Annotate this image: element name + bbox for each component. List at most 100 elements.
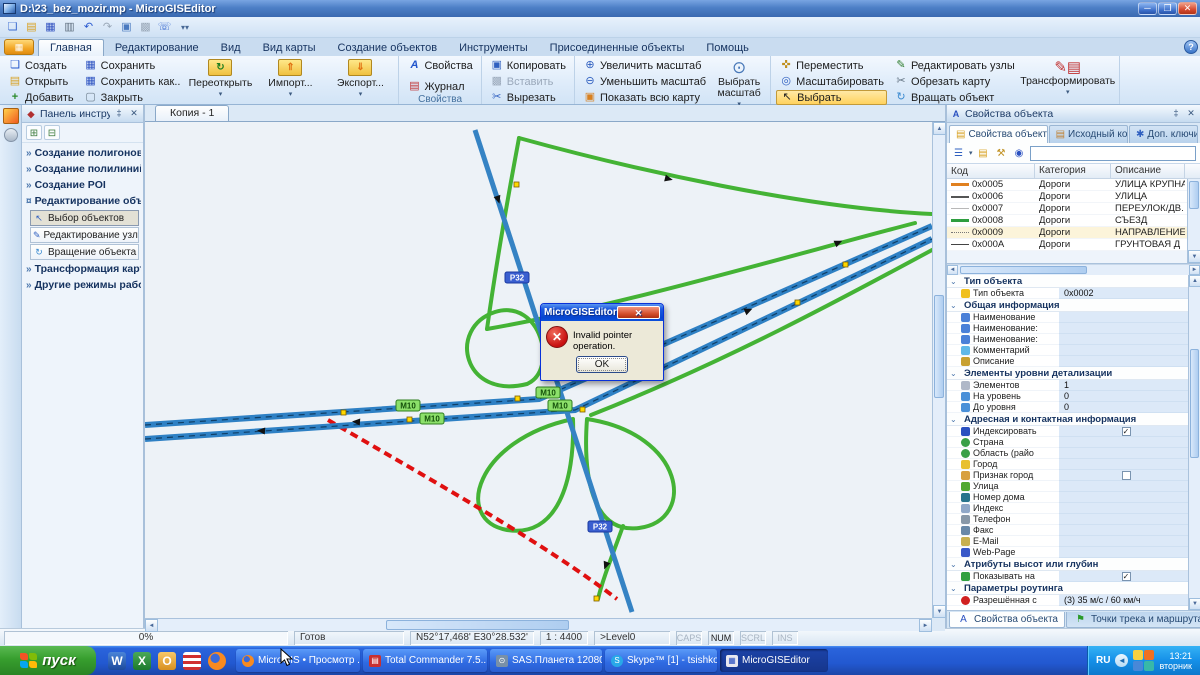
scale-object-button[interactable]: ◎Масштабировать [776, 74, 887, 89]
checkbox-unchecked[interactable] [1122, 471, 1131, 480]
open-icon[interactable]: ▤ [23, 19, 40, 35]
dialog-close-icon[interactable]: ✕ [617, 306, 660, 319]
tab-object-properties[interactable]: ▤Свойства объектов [949, 125, 1048, 143]
properties-close-icon[interactable]: ✕ [1185, 108, 1197, 120]
save-icon[interactable]: ▦ [42, 19, 59, 35]
property-row[interactable]: Область (райо [947, 448, 1188, 459]
paste-icon[interactable]: ▩ [137, 19, 154, 35]
new-icon[interactable]: ❏ [4, 19, 21, 35]
select-button[interactable]: ↖Выбрать [776, 90, 887, 105]
redo-icon[interactable]: ↷ [99, 19, 116, 35]
save-button[interactable]: ▦Сохранить [81, 58, 184, 73]
paste-button[interactable]: ▩Вставить [487, 74, 569, 89]
grid-scroll-down-icon[interactable]: ▼ [1189, 598, 1200, 610]
section-general-info[interactable]: ⌄Общая информация [947, 299, 1188, 312]
property-row[interactable]: Индексировать✓ [947, 426, 1188, 437]
property-row[interactable]: Страна [947, 437, 1188, 448]
scroll-down-icon[interactable]: ▼ [933, 605, 946, 618]
scroll-up-icon[interactable]: ▲ [933, 122, 946, 135]
tab-vid-karty[interactable]: Вид карты [252, 40, 327, 56]
map-vertical-scrollbar[interactable]: ▲ ▼ [932, 122, 945, 618]
checkbox-checked[interactable]: ✓ [1122, 427, 1131, 436]
transform-button[interactable]: ✎▤Трансформировать▾ [1022, 58, 1114, 98]
section-height-attributes[interactable]: ⌄Атрибуты высот или глубин [947, 558, 1188, 571]
property-row[interactable]: Элементов1 [947, 380, 1188, 391]
expand-all-icon[interactable]: ⊞ [26, 125, 42, 140]
property-row[interactable]: Телефон [947, 514, 1188, 525]
viewer-app-icon[interactable] [183, 652, 201, 670]
export-button[interactable]: ⇓Экспорт...▾ [327, 58, 393, 100]
task-skype[interactable]: SSkype™ [1] - tsishko... [605, 649, 717, 672]
task-total-commander[interactable]: ▤Total Commander 7.5... [363, 649, 487, 672]
firefox-icon[interactable] [208, 652, 226, 670]
tab-glavnaya[interactable]: Главная [38, 39, 104, 56]
property-row[interactable]: Номер дома [947, 492, 1188, 503]
group-other-modes[interactable]: »Другие режимы работы [24, 277, 141, 293]
group-create-poi[interactable]: »Создание POI [24, 177, 141, 193]
excel-icon[interactable]: X [133, 652, 151, 670]
tab-instrumenty[interactable]: Инструменты [448, 40, 539, 56]
group-create-polygons[interactable]: »Создание полигонов [24, 145, 141, 161]
tab-redaktirovanie[interactable]: Редактирование [104, 40, 210, 56]
list-view-dropdown-icon[interactable]: ▾ [969, 149, 973, 157]
close-button[interactable]: ✕ [1178, 2, 1197, 15]
property-row[interactable]: Показывать на✓ [947, 571, 1188, 582]
checkbox-checked[interactable]: ✓ [1122, 572, 1131, 581]
language-indicator[interactable]: RU [1096, 655, 1110, 666]
show-all-map-button[interactable]: ▣Показать всю карту [580, 90, 709, 105]
pin-icon[interactable]: ‡ [113, 108, 125, 120]
collapse-all-icon[interactable]: ⊟ [44, 125, 60, 140]
grid-vertical-scrollbar[interactable]: ▲ ▼ [1188, 275, 1200, 610]
tab-source-code[interactable]: ▤Исходный код [1049, 125, 1128, 143]
col-header-description[interactable]: Описание [1111, 164, 1185, 178]
table-row[interactable]: 0x0008 Дороги СЪЕЗД [947, 215, 1200, 227]
select-scale-button[interactable]: ⊙Выбрать масштаб▾ [713, 58, 765, 110]
zoom-out-button[interactable]: ⊖Уменьшить масштаб [580, 74, 709, 89]
undo-icon[interactable]: ↶ [80, 19, 97, 35]
move-button[interactable]: ✜Переместить [776, 58, 887, 73]
dock-tool-icon[interactable] [4, 128, 18, 142]
map-document-tab[interactable]: Копия - 1 [155, 105, 229, 121]
table-row[interactable]: 0x000A Дороги ГРУНТОВАЯ Д [947, 239, 1200, 251]
clock[interactable]: 13:21 вторник [1159, 651, 1192, 671]
group-edit-objects[interactable]: ¤Редактирование объектов [24, 193, 141, 209]
edit-nodes-button[interactable]: ✎Редактировать узлы [891, 58, 1018, 73]
table-row[interactable]: 0x0005 Дороги УЛИЦА КРУПНА [947, 179, 1200, 191]
property-row[interactable]: Тип объекта0x0002 [947, 288, 1188, 299]
property-row[interactable]: E-Mail [947, 536, 1188, 547]
panel-close-icon[interactable]: ✕ [128, 108, 140, 120]
section-object-type[interactable]: ⌄Тип объекта [947, 275, 1188, 288]
tab-prisoedinennye-obekty[interactable]: Присоединенные объекты [539, 40, 696, 56]
tool-select-objects[interactable]: ↖Выбор объектов [30, 210, 139, 226]
property-row[interactable]: Web-Page [947, 547, 1188, 558]
property-row[interactable]: Описание [947, 356, 1188, 367]
tool-rotate-object[interactable]: ↻Вращение объекта [30, 244, 139, 260]
save-all-icon[interactable]: ▥ [61, 19, 78, 35]
copy-icon[interactable]: ▣ [118, 19, 135, 35]
tab-extra-keys[interactable]: ✱Доп. ключи [1129, 125, 1198, 143]
reopen-button[interactable]: ↻Переоткрыть▾ [187, 58, 253, 100]
table-scroll-left-icon[interactable]: ◄ [947, 265, 958, 275]
wrench-icon[interactable]: ⚒ [994, 146, 1009, 161]
property-row[interactable]: Улица [947, 481, 1188, 492]
dialog-ok-button[interactable]: OK [576, 356, 628, 373]
property-row[interactable]: До уровня0 [947, 402, 1188, 413]
word-icon[interactable]: W [108, 652, 126, 670]
open-button[interactable]: ▤Открыть [5, 74, 77, 89]
close-file-button[interactable]: ▢Закрыть [81, 90, 184, 105]
property-row[interactable]: Факс [947, 525, 1188, 536]
link-icon[interactable]: ☏ [156, 19, 173, 35]
property-row[interactable]: Наименование [947, 312, 1188, 323]
maximize-button[interactable]: ❐ [1158, 2, 1177, 15]
qat-overflow[interactable]: ▾▾ [181, 23, 189, 32]
property-row[interactable]: Разрешённая с(3) 35 м/с / 60 км/ч [947, 595, 1188, 606]
section-address-contact[interactable]: ⌄Адресная и контактная информация [947, 413, 1188, 426]
tab-sozdanie-obektov[interactable]: Создание объектов [327, 40, 449, 56]
tool-edit-nodes[interactable]: ✎Редактирование узлов [30, 227, 139, 243]
property-row[interactable]: Наименование: [947, 323, 1188, 334]
rotate-object-button[interactable]: ↻Вращать объект [891, 90, 1018, 105]
tab-pomosch[interactable]: Помощь [695, 40, 760, 56]
minimize-button[interactable]: ─ [1138, 2, 1157, 15]
outlook-icon[interactable]: O [158, 652, 176, 670]
start-button[interactable]: пуск [0, 646, 96, 675]
